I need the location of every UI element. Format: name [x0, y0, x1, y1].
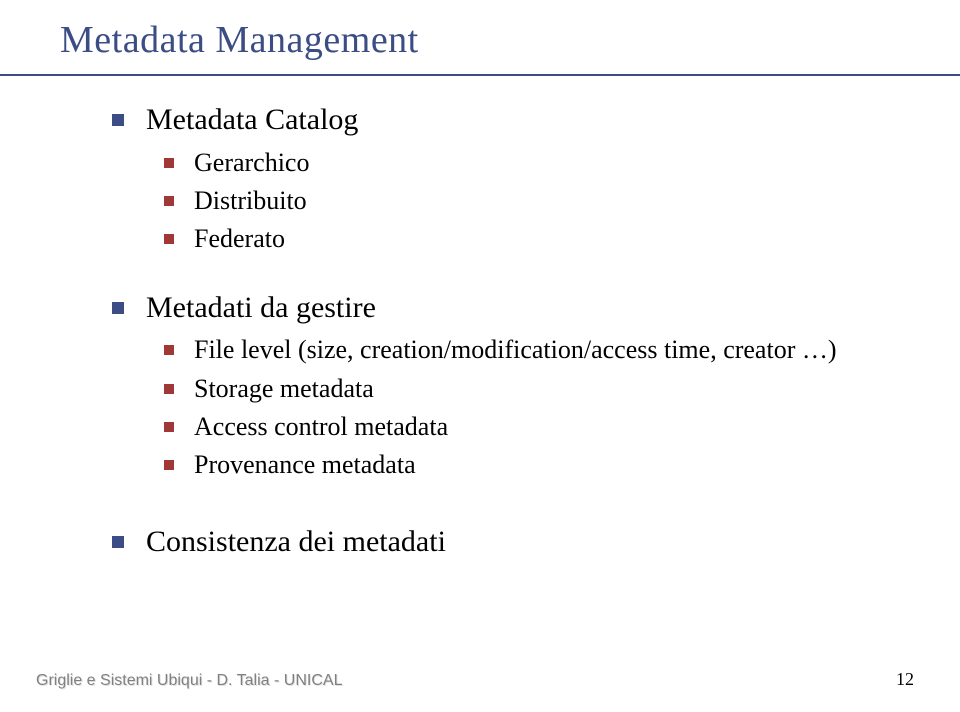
slide: Metadata Management Metadata Catalog Ger…	[0, 0, 960, 712]
bullet-level2: Access control metadata	[164, 409, 900, 445]
bullet-text: Distribuito	[194, 183, 307, 219]
bullet-text: Storage metadata	[194, 371, 374, 407]
bullet-text: Federato	[194, 221, 285, 257]
bullet-level2: Federato	[164, 221, 900, 257]
square-bullet-icon	[112, 536, 124, 548]
square-bullet-icon	[112, 114, 124, 126]
bullet-text: Provenance metadata	[194, 447, 416, 483]
content-body: Metadata Catalog Gerarchico Distribuito …	[0, 62, 960, 562]
bullet-level2: Gerarchico	[164, 145, 900, 181]
square-bullet-icon	[164, 158, 174, 168]
square-bullet-icon	[164, 345, 174, 355]
bullet-level2: Storage metadata	[164, 371, 900, 407]
square-bullet-icon	[164, 234, 174, 244]
bullet-text: Access control metadata	[194, 409, 448, 445]
title-underline	[0, 74, 960, 76]
square-bullet-icon	[112, 302, 124, 314]
bullet-text: Gerarchico	[194, 145, 309, 181]
bullet-level2: File level (size, creation/modification/…	[164, 332, 900, 368]
bullet-text: Metadati da gestire	[146, 288, 376, 329]
bullet-level2: Provenance metadata	[164, 447, 900, 483]
square-bullet-icon	[164, 384, 174, 394]
square-bullet-icon	[164, 196, 174, 206]
footer-text: Griglie e Sistemi Ubiqui - D. Talia - UN…	[36, 672, 342, 690]
bullet-text: File level (size, creation/modification/…	[194, 332, 837, 368]
title-area: Metadata Management	[0, 0, 960, 62]
square-bullet-icon	[164, 422, 174, 432]
bullet-level1: Metadata Catalog	[112, 100, 900, 141]
bullet-text: Consistenza dei metadati	[146, 522, 446, 563]
square-bullet-icon	[164, 460, 174, 470]
bullet-level1: Consistenza dei metadati	[112, 522, 900, 563]
page-number: 12	[896, 669, 914, 690]
bullet-level1: Metadati da gestire	[112, 288, 900, 329]
bullet-text: Metadata Catalog	[146, 100, 358, 141]
page-title: Metadata Management	[60, 18, 960, 62]
bullet-level2: Distribuito	[164, 183, 900, 219]
